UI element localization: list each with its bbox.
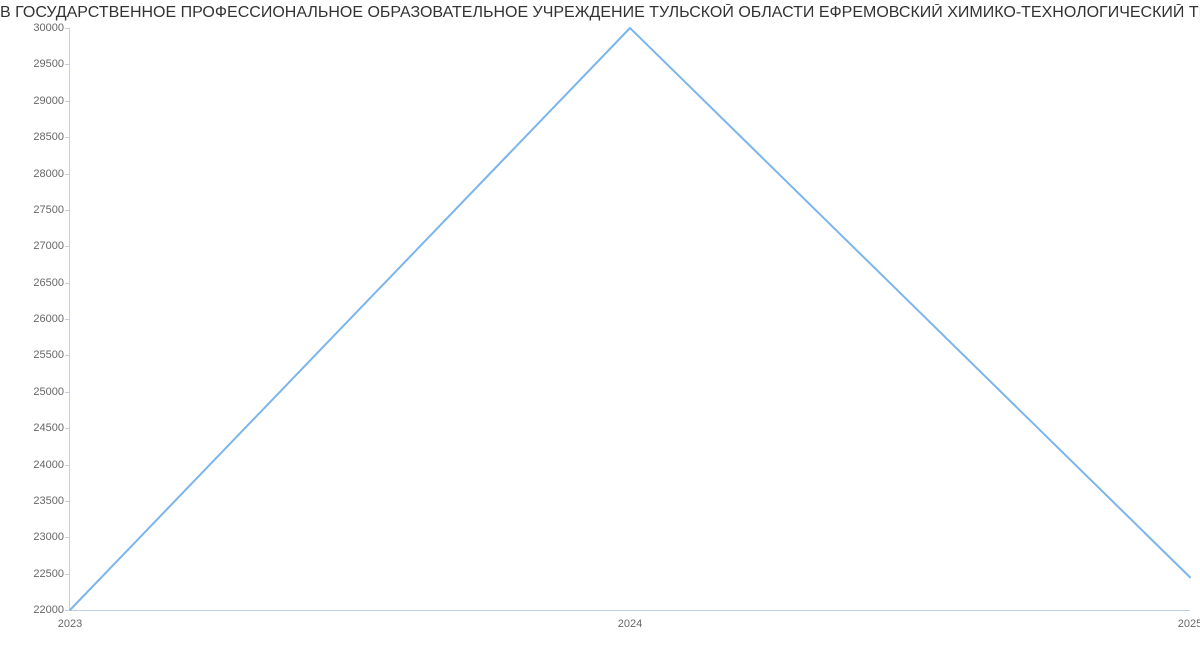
y-tick-label: 25500	[8, 349, 64, 361]
y-tick-label: 29500	[8, 58, 64, 70]
y-tick-mark	[65, 610, 70, 611]
y-tick-mark	[65, 319, 70, 320]
chart-title: В ГОСУДАРСТВЕННОЕ ПРОФЕССИОНАЛЬНОЕ ОБРАЗ…	[0, 4, 1200, 22]
data-line	[70, 28, 1190, 610]
chart-container: В ГОСУДАРСТВЕННОЕ ПРОФЕССИОНАЛЬНОЕ ОБРАЗ…	[0, 0, 1200, 650]
y-tick-mark	[65, 465, 70, 466]
y-tick-mark	[65, 537, 70, 538]
y-tick-label: 22000	[8, 604, 64, 616]
y-tick-mark	[65, 137, 70, 138]
y-tick-label: 29000	[8, 95, 64, 107]
y-tick-mark	[65, 355, 70, 356]
y-tick-mark	[65, 28, 70, 29]
y-tick-label: 27500	[8, 204, 64, 216]
y-tick-label: 22500	[8, 568, 64, 580]
y-tick-mark	[65, 210, 70, 211]
y-tick-mark	[65, 428, 70, 429]
y-tick-label: 24500	[8, 422, 64, 434]
y-tick-label: 27000	[8, 240, 64, 252]
y-tick-mark	[65, 574, 70, 575]
y-tick-mark	[65, 101, 70, 102]
y-tick-mark	[65, 174, 70, 175]
y-tick-label: 25000	[8, 386, 64, 398]
y-tick-label: 26500	[8, 277, 64, 289]
x-axis-line	[70, 610, 1190, 611]
x-tick-label: 2023	[58, 618, 82, 630]
y-tick-mark	[65, 246, 70, 247]
y-tick-label: 24000	[8, 459, 64, 471]
x-tick-label: 2025	[1178, 618, 1200, 630]
x-tick-label: 2024	[618, 618, 642, 630]
y-tick-label: 28000	[8, 168, 64, 180]
y-tick-label: 30000	[8, 22, 64, 34]
y-tick-mark	[65, 283, 70, 284]
y-tick-label: 23000	[8, 531, 64, 543]
y-tick-label: 26000	[8, 313, 64, 325]
y-tick-label: 23500	[8, 495, 64, 507]
y-tick-label: 28500	[8, 131, 64, 143]
line-layer	[70, 28, 1190, 610]
y-tick-mark	[65, 501, 70, 502]
plot-area	[70, 28, 1190, 610]
y-tick-mark	[65, 392, 70, 393]
y-tick-mark	[65, 64, 70, 65]
